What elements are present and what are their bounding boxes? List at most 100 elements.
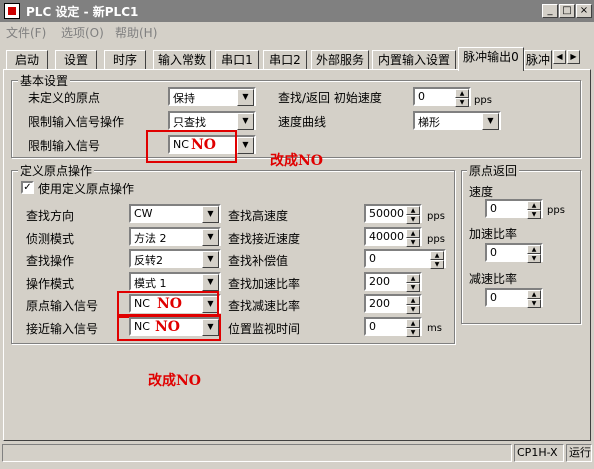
spin-down-icon[interactable]: ▼: [527, 299, 541, 308]
chevron-down-icon[interactable]: ▼: [237, 89, 254, 106]
limit-sig-label: 限制输入信号: [28, 139, 101, 153]
near-sig-no-annotation: NO: [155, 319, 180, 335]
search-speed-unit: pps: [474, 95, 492, 106]
undefined-origin-value: 保持: [173, 92, 195, 105]
chevron-down-icon[interactable]: ▼: [482, 113, 499, 130]
monitor-unit: ms: [427, 323, 442, 334]
window-title: PLC 设定 - 新PLC1: [26, 5, 139, 19]
spin-down-icon[interactable]: ▼: [406, 283, 420, 292]
spin-down-icon[interactable]: ▼: [455, 98, 469, 107]
spin-down-icon[interactable]: ▼: [406, 215, 420, 224]
menu-help[interactable]: 帮助(H): [115, 24, 157, 41]
direction-label: 查找方向: [26, 209, 75, 223]
search-speed-label: 查找/返回 初始速度: [278, 91, 382, 105]
spin-up-icon[interactable]: ▲: [527, 290, 541, 299]
spin-up-icon[interactable]: ▲: [527, 245, 541, 254]
spin-up-icon[interactable]: ▲: [430, 251, 444, 260]
direction-value: CW: [134, 207, 153, 220]
app-icon: [4, 3, 20, 19]
spin-up-icon[interactable]: ▲: [455, 89, 469, 98]
monitor-value: 0: [369, 320, 376, 333]
op-mode-value: 模式 1: [134, 277, 167, 290]
tab-settings[interactable]: 设置: [55, 50, 97, 70]
return-decel-label: 减速比率: [469, 272, 518, 286]
tab-input-constants[interactable]: 输入常数: [153, 50, 211, 70]
search-speed-field[interactable]: 0 ▲ ▼: [413, 87, 471, 107]
return-speed-label: 速度: [469, 185, 494, 199]
spin-down-icon[interactable]: ▼: [406, 305, 420, 314]
near-speed-label: 查找接近速度: [228, 232, 301, 246]
return-accel-field[interactable]: 0 ▲ ▼: [485, 243, 543, 263]
menu-options[interactable]: 选项(O): [61, 24, 104, 41]
high-speed-unit: pps: [427, 211, 445, 222]
tab-scroll-right-icon[interactable]: ▶: [567, 50, 580, 64]
monitor-field[interactable]: 0 ▲ ▼: [364, 317, 422, 337]
return-decel-field[interactable]: 0 ▲ ▼: [485, 288, 543, 308]
curve-select[interactable]: 梯形 ▼: [413, 111, 501, 130]
near-speed-field[interactable]: 40000 ▲ ▼: [364, 227, 422, 247]
maximize-button[interactable]: □: [559, 4, 575, 18]
chevron-down-icon[interactable]: ▼: [202, 229, 219, 246]
tab-serial1[interactable]: 串口1: [215, 50, 259, 70]
comp-label: 查找补偿值: [228, 254, 289, 268]
spin-up-icon[interactable]: ▲: [406, 296, 420, 305]
high-speed-value: 50000: [369, 207, 404, 220]
basic-settings-title: 基本设置: [18, 72, 71, 89]
spin-up-icon[interactable]: ▲: [406, 206, 420, 215]
note-change-bottom: 改成NO: [148, 373, 201, 389]
decel-field[interactable]: 200 ▲ ▼: [364, 294, 422, 314]
spin-up-icon[interactable]: ▲: [406, 319, 420, 328]
chevron-down-icon[interactable]: ▼: [202, 206, 219, 223]
op-mode-select[interactable]: 模式 1 ▼: [129, 272, 221, 291]
return-speed-unit: pps: [547, 205, 565, 216]
spin-up-icon[interactable]: ▲: [406, 229, 420, 238]
monitor-label: 位置监视时间: [228, 322, 301, 336]
tab-scroll-left-icon[interactable]: ◀: [553, 50, 566, 64]
spin-down-icon[interactable]: ▼: [406, 328, 420, 337]
direction-select[interactable]: CW ▼: [129, 204, 221, 223]
accel-label: 查找加速比率: [228, 277, 301, 291]
detect-select[interactable]: 方法 2 ▼: [129, 227, 221, 246]
undefined-origin-label: 未定义的原点: [28, 91, 101, 105]
comp-field[interactable]: 0 ▲ ▼: [364, 249, 446, 269]
chevron-down-icon[interactable]: ▼: [202, 251, 219, 268]
tab-timing[interactable]: 时序: [104, 50, 146, 70]
curve-label: 速度曲线: [278, 115, 327, 129]
detect-value: 方法 2: [134, 232, 167, 245]
spin-down-icon[interactable]: ▼: [527, 254, 541, 263]
spin-down-icon[interactable]: ▼: [527, 210, 541, 219]
chevron-down-icon[interactable]: ▼: [237, 113, 254, 130]
accel-field[interactable]: 200 ▲ ▼: [364, 272, 422, 292]
detect-label: 侦测模式: [26, 232, 75, 246]
chevron-down-icon[interactable]: ▼: [237, 137, 254, 154]
search-op-value: 反转2: [134, 254, 163, 267]
close-button[interactable]: ×: [576, 4, 592, 18]
undefined-origin-select[interactable]: 保持 ▼: [168, 87, 256, 106]
chevron-down-icon[interactable]: ▼: [202, 274, 219, 291]
tab-pulse-more[interactable]: 脉冲: [524, 50, 552, 70]
return-decel-value: 0: [490, 291, 497, 304]
tab-serial2[interactable]: 串口2: [263, 50, 307, 70]
tab-external-service[interactable]: 外部服务: [311, 50, 369, 70]
return-speed-value: 0: [490, 202, 497, 215]
limit-op-select[interactable]: 只查找 ▼: [168, 111, 256, 130]
limit-sig-no-annotation: NO: [191, 137, 216, 153]
note-change-top: 改成NO: [270, 153, 323, 169]
minimize-button[interactable]: _: [542, 4, 558, 18]
high-speed-field[interactable]: 50000 ▲ ▼: [364, 204, 422, 224]
tab-builtin-input[interactable]: 内置输入设置: [372, 50, 456, 70]
return-speed-field[interactable]: 0 ▲ ▼: [485, 199, 543, 219]
spin-up-icon[interactable]: ▲: [527, 201, 541, 210]
spin-down-icon[interactable]: ▼: [406, 238, 420, 247]
use-origin-label: 使用定义原点操作: [38, 182, 135, 196]
spin-up-icon[interactable]: ▲: [406, 274, 420, 283]
return-accel-value: 0: [490, 246, 497, 259]
spin-down-icon[interactable]: ▼: [430, 260, 444, 269]
decel-label: 查找减速比率: [228, 299, 301, 313]
tab-startup[interactable]: 启动: [6, 50, 48, 70]
origin-def-title: 定义原点操作: [18, 162, 95, 179]
menu-file[interactable]: 文件(F): [6, 24, 46, 41]
search-op-select[interactable]: 反转2 ▼: [129, 249, 221, 268]
use-origin-checkbox[interactable]: ✓: [21, 181, 34, 194]
tab-pulse-output0[interactable]: 脉冲输出0: [458, 47, 524, 71]
